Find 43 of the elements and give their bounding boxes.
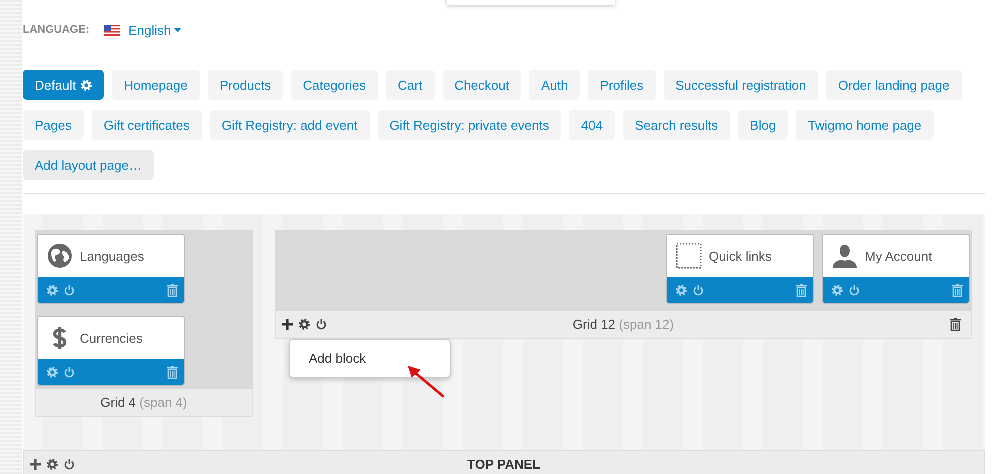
layout-tab[interactable]: Default: [23, 70, 104, 100]
block-title: Languages: [80, 248, 144, 264]
layout-tab[interactable]: Gift Registry: add event: [210, 110, 370, 140]
layout-tab[interactable]: Blog: [738, 110, 788, 140]
language-label: LANGUAGE:: [23, 24, 90, 36]
block-title: Quick links: [709, 248, 772, 264]
menu-item[interactable]: Add block: [290, 351, 366, 366]
person-icon: [832, 243, 858, 269]
settings-icon: [81, 80, 92, 90]
grid-title: Grid 4 (span 4): [100, 395, 188, 410]
layout-tab[interactable]: Search results: [623, 110, 730, 140]
grid-title: Grid 12 (span 12): [572, 317, 674, 332]
globe-icon: [47, 243, 73, 269]
layout-tab[interactable]: Order landing page: [826, 70, 962, 100]
dotted-square-icon: [676, 243, 702, 269]
layout-tab[interactable]: Checkout: [442, 70, 522, 100]
power-icon[interactable]: [316, 319, 327, 330]
layout-tab[interactable]: Successful registration: [664, 70, 818, 100]
block-title: Currencies: [80, 330, 143, 346]
trash-icon[interactable]: [950, 318, 961, 331]
language-dropdown[interactable]: English: [128, 22, 182, 38]
layout-tab[interactable]: Profiles: [588, 70, 656, 100]
layout-tab[interactable]: Auth: [529, 70, 580, 100]
plus-icon[interactable]: [30, 459, 41, 470]
layout-tab[interactable]: Pages: [23, 110, 84, 140]
layout-tab[interactable]: Products: [208, 70, 284, 100]
plus-icon[interactable]: [282, 319, 293, 330]
power-icon[interactable]: [64, 459, 75, 470]
caret-icon: [174, 28, 182, 32]
layout-tab[interactable]: Twigmo home page: [796, 110, 934, 140]
layout-tab[interactable]: 404: [569, 110, 616, 140]
annotation-arrow: [407, 365, 447, 399]
layout-tab[interactable]: Homepage: [112, 70, 200, 100]
settings-icon[interactable]: [299, 319, 310, 330]
container-title: TOP PANEL: [468, 456, 540, 472]
settings-icon[interactable]: [47, 459, 58, 470]
layout-tab[interactable]: Categories: [291, 70, 378, 100]
layout-tab[interactable]: Cart: [386, 70, 435, 100]
add-layout-page-button[interactable]: Add layout page…: [23, 150, 154, 180]
layout-tab[interactable]: Gift Registry: private events: [378, 110, 562, 140]
block-title: My Account: [865, 248, 932, 264]
layout-tab[interactable]: Gift certificates: [92, 110, 202, 140]
flag-icon: [104, 24, 120, 36]
